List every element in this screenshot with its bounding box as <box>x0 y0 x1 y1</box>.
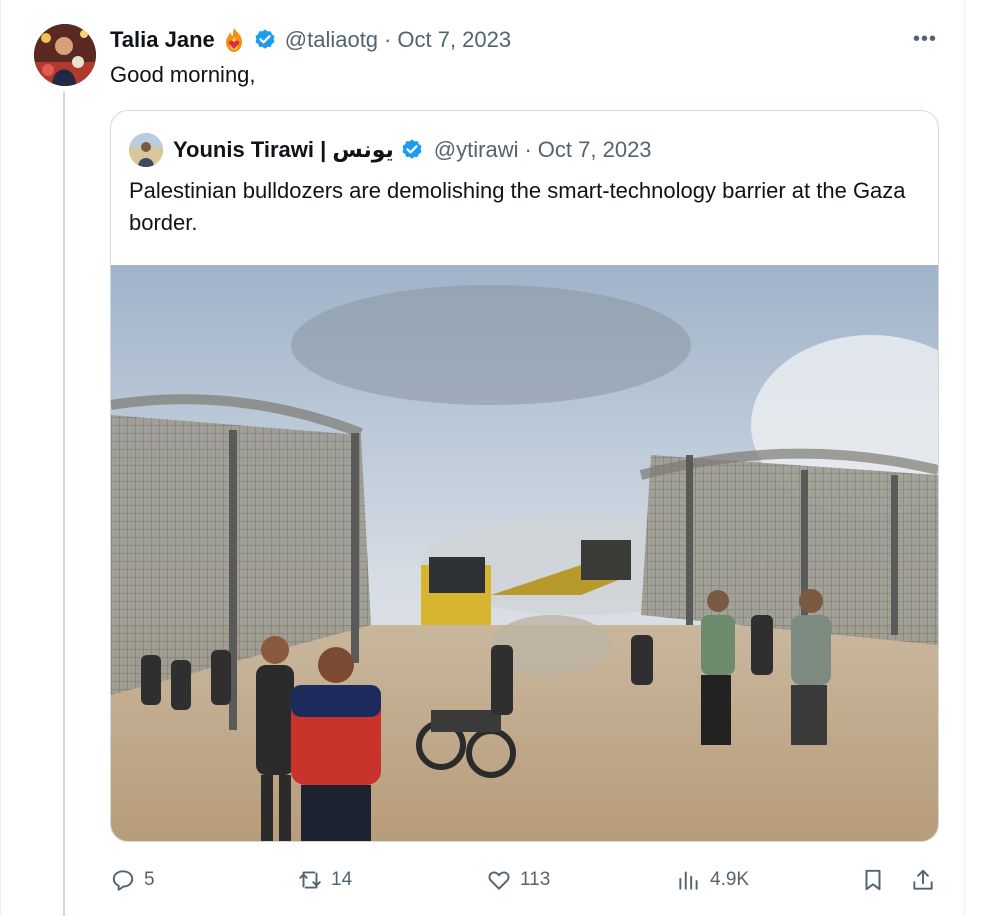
repost-count: 14 <box>331 869 353 890</box>
like-count: 113 <box>520 869 551 890</box>
author-avatar[interactable] <box>34 24 96 86</box>
author-handle[interactable]: @taliaotg <box>285 27 378 53</box>
quoted-author-avatar <box>129 133 163 167</box>
column-border-right <box>964 0 965 916</box>
tweet-header: Talia Jane @taliaotg · Oct 7, 2023 <box>110 24 511 56</box>
fire-heart-emoji-icon <box>221 27 247 53</box>
view-count: 4.9K <box>710 869 750 890</box>
share-button[interactable] <box>910 860 936 900</box>
views-chart-icon <box>679 871 698 890</box>
photo-image <box>111 265 938 841</box>
reply-button[interactable]: 5 <box>110 860 155 900</box>
quoted-meta-separator: · <box>524 137 532 162</box>
thread-connector-line <box>63 92 65 916</box>
quoted-author-handle: @ytirawi <box>433 137 519 162</box>
reply-icon <box>112 870 134 891</box>
quoted-verified-badge-icon <box>400 138 424 162</box>
avatar-image <box>34 24 96 86</box>
repost-icon <box>299 871 321 889</box>
bookmark-button[interactable] <box>860 860 886 900</box>
more-options-icon[interactable]: ••• <box>908 26 942 52</box>
quoted-author-name: Younis Tirawi | يونس <box>173 137 394 162</box>
quoted-tweet-header: Younis Tirawi | يونس @ytirawi · Oct 7, 2… <box>129 133 652 167</box>
share-icon <box>913 869 933 890</box>
quoted-tweet-card[interactable]: Younis Tirawi | يونس @ytirawi · Oct 7, 2… <box>110 110 939 842</box>
heart-icon <box>488 871 510 890</box>
quoted-avatar-image <box>129 133 163 167</box>
reply-count: 5 <box>144 869 155 890</box>
tweet-timestamp[interactable]: Oct 7, 2023 <box>397 27 511 53</box>
meta-separator: · <box>384 27 392 52</box>
views-button[interactable]: 4.9K <box>676 860 749 900</box>
quoted-tweet-photo[interactable] <box>111 265 938 841</box>
quoted-tweet-text: Palestinian bulldozers are demolishing t… <box>129 178 906 235</box>
like-button[interactable]: 113 <box>486 860 550 900</box>
column-border-left <box>0 0 1 916</box>
verified-badge-icon[interactable] <box>253 28 277 52</box>
bookmark-icon <box>865 869 881 891</box>
tweet-text: Good morning, <box>110 62 256 87</box>
repost-button[interactable]: 14 <box>297 860 352 900</box>
tweet-action-bar: 5 14 113 4.9K <box>110 860 940 900</box>
quoted-tweet-timestamp: Oct 7, 2023 <box>537 137 652 162</box>
author-name[interactable]: Talia Jane <box>110 27 215 53</box>
